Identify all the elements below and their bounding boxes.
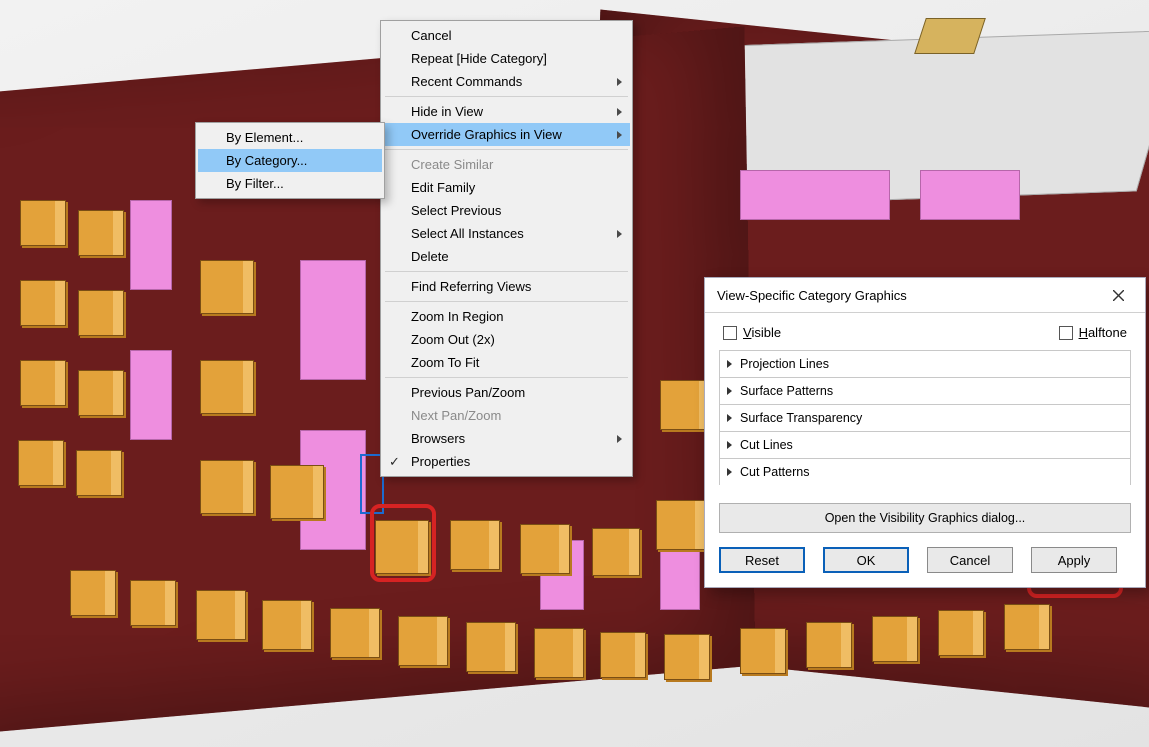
sunshade — [534, 628, 584, 678]
menu-previous-pan-zoom[interactable]: Previous Pan/Zoom — [383, 381, 630, 404]
menu-override-graphics[interactable]: Override Graphics in View — [383, 123, 630, 146]
chevron-right-icon — [617, 78, 622, 86]
visible-checkbox[interactable]: Visible — [723, 325, 781, 340]
menu-repeat[interactable]: Repeat [Hide Category] — [383, 47, 630, 70]
curtain-panel — [660, 550, 700, 610]
sunshade — [78, 370, 124, 416]
open-visibility-graphics-button[interactable]: Open the Visibility Graphics dialog... — [719, 503, 1131, 533]
ok-button[interactable]: OK — [823, 547, 909, 573]
sunshade — [520, 524, 570, 574]
sunshade — [398, 616, 448, 666]
sunshade — [466, 622, 516, 672]
sunshade — [330, 608, 380, 658]
menu-find-referring-views[interactable]: Find Referring Views — [383, 275, 630, 298]
chevron-right-icon — [617, 435, 622, 443]
menu-properties[interactable]: ✓Properties — [383, 450, 630, 473]
menu-separator — [385, 271, 628, 272]
submenu-by-filter[interactable]: By Filter... — [198, 172, 382, 195]
sunshade — [656, 500, 706, 550]
menu-zoom-in-region[interactable]: Zoom In Region — [383, 305, 630, 328]
halftone-label: Halftone — [1079, 325, 1127, 340]
menu-recent-commands[interactable]: Recent Commands — [383, 70, 630, 93]
menu-separator — [385, 149, 628, 150]
chevron-right-icon — [617, 131, 622, 139]
expander-cut-lines[interactable]: Cut Lines — [719, 431, 1131, 458]
context-menu: Cancel Repeat [Hide Category] Recent Com… — [380, 20, 633, 477]
curtain-panel — [300, 260, 366, 380]
sunshade — [18, 440, 64, 486]
menu-cancel[interactable]: Cancel — [383, 24, 630, 47]
curtain-panel — [130, 200, 172, 290]
visible-label: Visible — [743, 325, 781, 340]
sunshade — [20, 200, 66, 246]
close-button[interactable] — [1101, 284, 1135, 306]
sunshade — [592, 528, 640, 576]
sunshade — [78, 210, 124, 256]
menu-separator — [385, 301, 628, 302]
reset-button[interactable]: Reset — [719, 547, 805, 573]
sunshade — [1004, 604, 1050, 650]
curtain-panel — [920, 170, 1020, 220]
menu-select-all-instances[interactable]: Select All Instances — [383, 222, 630, 245]
menu-browsers[interactable]: Browsers — [383, 427, 630, 450]
expander-cut-patterns[interactable]: Cut Patterns — [719, 458, 1131, 485]
cancel-button[interactable]: Cancel — [927, 547, 1013, 573]
expander-projection-lines[interactable]: Projection Lines — [719, 350, 1131, 377]
apply-button[interactable]: Apply — [1031, 547, 1117, 573]
close-icon — [1113, 290, 1124, 301]
sunshade — [200, 460, 254, 514]
halftone-checkbox[interactable]: Halftone — [1059, 325, 1127, 340]
view-specific-category-graphics-dialog: View-Specific Category Graphics Visible … — [704, 277, 1146, 588]
sunshade — [200, 260, 254, 314]
checkbox-box — [723, 326, 737, 340]
submenu-by-category[interactable]: By Category... — [198, 149, 382, 172]
curtain-panel — [130, 350, 172, 440]
sunshade — [70, 570, 116, 616]
submenu-by-element[interactable]: By Element... — [198, 126, 382, 149]
menu-separator — [385, 377, 628, 378]
sunshade-selected[interactable] — [375, 520, 429, 574]
menu-create-similar: Create Similar — [383, 153, 630, 176]
menu-hide-in-view[interactable]: Hide in View — [383, 100, 630, 123]
menu-zoom-to-fit[interactable]: Zoom To Fit — [383, 351, 630, 374]
sunshade — [200, 360, 254, 414]
sunshade — [872, 616, 918, 662]
menu-edit-family[interactable]: Edit Family — [383, 176, 630, 199]
chevron-right-icon — [617, 230, 622, 238]
menu-zoom-out[interactable]: Zoom Out (2x) — [383, 328, 630, 351]
menu-separator — [385, 96, 628, 97]
sunshade — [130, 580, 176, 626]
sunshade — [938, 610, 984, 656]
chevron-right-icon — [617, 108, 622, 116]
expander-surface-patterns[interactable]: Surface Patterns — [719, 377, 1131, 404]
menu-select-previous[interactable]: Select Previous — [383, 199, 630, 222]
sunshade — [196, 590, 246, 640]
roof-mech-unit — [914, 18, 986, 54]
expander-surface-transparency[interactable]: Surface Transparency — [719, 404, 1131, 431]
curtain-panel — [740, 170, 890, 220]
check-icon: ✓ — [389, 454, 400, 470]
checkbox-box — [1059, 326, 1073, 340]
sunshade — [600, 632, 646, 678]
sunshade — [76, 450, 122, 496]
sunshade — [20, 360, 66, 406]
sunshade — [740, 628, 786, 674]
menu-next-pan-zoom: Next Pan/Zoom — [383, 404, 630, 427]
sunshade — [660, 380, 710, 430]
dialog-titlebar[interactable]: View-Specific Category Graphics — [705, 278, 1145, 313]
sunshade — [806, 622, 852, 668]
sunshade — [262, 600, 312, 650]
sunshade — [664, 634, 710, 680]
sunshade — [20, 280, 66, 326]
sunshade — [270, 465, 324, 519]
sunshade — [78, 290, 124, 336]
dialog-title: View-Specific Category Graphics — [717, 288, 907, 303]
override-submenu: By Element... By Category... By Filter..… — [195, 122, 385, 199]
menu-delete[interactable]: Delete — [383, 245, 630, 268]
sunshade — [450, 520, 500, 570]
